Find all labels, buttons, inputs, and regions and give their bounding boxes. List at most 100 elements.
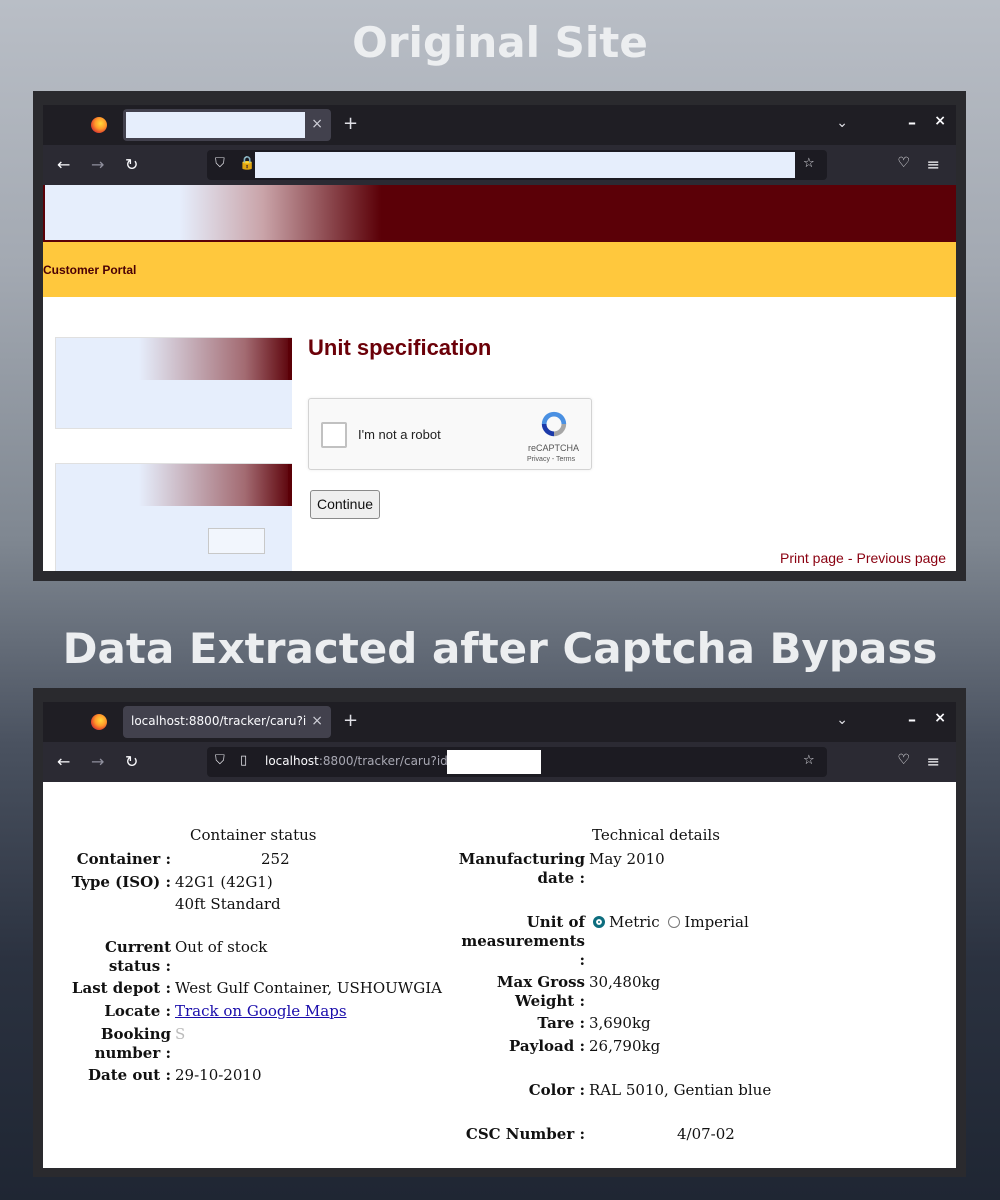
recaptcha-icon <box>541 411 567 437</box>
browser-tab[interactable]: × <box>123 109 331 141</box>
locate-value: Track on Google Maps <box>175 1002 347 1021</box>
nav-bar: ← → ↻ ⛉ ▯ localhost:8800/tracker/caru?id… <box>43 742 956 782</box>
captcha-links[interactable]: Privacy - Terms <box>527 456 575 463</box>
container-label: Container : <box>76 850 171 868</box>
container-value: 252 <box>175 850 290 869</box>
booking-number-value: S <box>175 1025 186 1043</box>
last-depot-value: West Gulf Container, USHOUWGIA <box>175 979 442 997</box>
url-text[interactable]: localhost:8800/tracker/caru?id= <box>265 754 458 768</box>
current-status-label: Current status : <box>104 938 171 975</box>
close-window-icon[interactable]: × <box>934 710 946 726</box>
tab-bar: localhost:8800/tracker/caru?id × + ⌄ – × <box>43 702 956 742</box>
captcha-checkbox[interactable] <box>321 422 347 448</box>
reload-icon[interactable]: ↻ <box>125 752 138 771</box>
redacted-url-id <box>447 750 541 774</box>
container-number-suffix: 252 <box>261 850 290 868</box>
close-tab-icon[interactable]: × <box>311 116 323 132</box>
pocket-icon[interactable]: ♡ <box>897 752 910 768</box>
date-out-label: Date out : <box>87 1066 171 1084</box>
metric-radio[interactable] <box>593 916 605 928</box>
type-value-1: 42G1 (42G1) <box>175 873 273 891</box>
tab-bar: × + ⌄ – × <box>43 105 956 145</box>
lock-icon[interactable]: 🔒 <box>239 156 255 171</box>
chevron-down-icon[interactable]: ⌄ <box>836 712 848 728</box>
page-icon: ▯ <box>240 753 248 768</box>
reload-icon[interactable]: ↻ <box>125 155 138 174</box>
date-out-value: 29-10-2010 <box>175 1066 262 1084</box>
url-bar[interactable]: ⛉ ▯ localhost:8800/tracker/caru?id= ☆ <box>207 747 827 777</box>
type-value-2: 40ft Standard <box>175 895 281 913</box>
sidebar-input[interactable] <box>208 528 265 554</box>
url-host: localhost <box>265 754 319 768</box>
unit-radio-group: Metric Imperial <box>593 913 749 932</box>
site-header <box>43 185 956 242</box>
current-status-value: Out of stock <box>175 938 268 956</box>
star-icon[interactable]: ☆ <box>803 156 815 171</box>
page-viewport-extracted: Container status Container : 252 Type (I… <box>43 782 956 1168</box>
shield-icon[interactable]: ⛉ <box>215 156 225 171</box>
tare-label: Tare : <box>537 1014 585 1032</box>
sidebar-accent <box>288 464 292 506</box>
redacted-url <box>255 152 795 178</box>
redacted-tab-title <box>126 112 305 138</box>
csc-number-value: 4/07-02 <box>589 1125 735 1144</box>
minimize-icon[interactable]: – <box>908 710 916 729</box>
browser-window-extracted: localhost:8800/tracker/caru?id × + ⌄ – ×… <box>33 688 966 1177</box>
sidebar-card-header <box>56 338 292 380</box>
footer-links: Print page - Previous page <box>780 550 946 566</box>
new-tab-icon[interactable]: + <box>343 710 358 731</box>
url-bar[interactable]: ⛉ 🔒 ☆ <box>207 150 827 180</box>
imperial-label: Imperial <box>684 913 749 931</box>
link-separator: - <box>847 550 853 566</box>
csc-number-suffix: 4/07-02 <box>677 1125 735 1143</box>
browser-window-original: × + ⌄ – × ← → ↻ ⛉ 🔒 ☆ ♡ ≡ Customer Porta… <box>33 91 966 581</box>
last-depot-label: Last depot : <box>71 979 171 997</box>
star-icon[interactable]: ☆ <box>803 753 815 768</box>
back-icon[interactable]: ← <box>57 155 70 174</box>
manufacturing-date-value: May 2010 <box>589 850 665 868</box>
payload-label: Payload : <box>509 1037 585 1055</box>
chevron-down-icon[interactable]: ⌄ <box>836 115 848 131</box>
back-icon[interactable]: ← <box>57 752 70 771</box>
top-heading: Original Site <box>352 18 648 67</box>
forward-icon[interactable]: → <box>91 752 104 771</box>
menu-icon[interactable]: ≡ <box>927 752 940 771</box>
payload-value: 26,790kg <box>589 1037 661 1055</box>
print-page-link[interactable]: Print page <box>780 550 844 566</box>
shield-icon[interactable]: ⛉ <box>215 753 225 768</box>
page-viewport-original: Customer Portal Unit specification I'm n… <box>43 185 956 571</box>
browser-tab[interactable]: localhost:8800/tracker/caru?id × <box>123 706 331 738</box>
max-gross-weight-label: Max Gross Weight : <box>496 973 585 1010</box>
imperial-radio[interactable] <box>668 916 681 928</box>
nav-bar: ← → ↻ ⛉ 🔒 ☆ ♡ ≡ <box>43 145 956 185</box>
continue-button[interactable]: Continue <box>310 490 381 519</box>
metric-label: Metric <box>609 913 660 931</box>
sidebar-card-1 <box>55 337 292 429</box>
container-status-title: Container status <box>190 826 317 844</box>
url-path: :8800/tracker/caru?id= <box>318 754 458 768</box>
captcha-label: I'm not a robot <box>358 427 441 442</box>
bottom-heading: Data Extracted after Captcha Bypass <box>62 624 938 673</box>
max-gross-weight-value: 30,480kg <box>589 973 661 991</box>
recaptcha-widget: I'm not a robot reCAPTCHA Privacy - Term… <box>308 398 592 470</box>
tare-value: 3,690kg <box>589 1014 651 1032</box>
close-tab-icon[interactable]: × <box>311 713 323 729</box>
minimize-icon[interactable]: – <box>908 113 916 132</box>
google-maps-link[interactable]: Track on Google Maps <box>175 1002 347 1020</box>
sidebar-card-header <box>56 464 292 506</box>
menu-icon[interactable]: ≡ <box>927 155 940 174</box>
customer-portal-link[interactable]: Customer Portal <box>43 263 136 277</box>
tab-title: localhost:8800/tracker/caru?id <box>131 714 306 728</box>
previous-page-link[interactable]: Previous page <box>856 550 946 566</box>
firefox-icon <box>91 714 107 730</box>
pocket-icon[interactable]: ♡ <box>897 155 910 171</box>
portal-bar: Customer Portal <box>43 242 956 297</box>
close-window-icon[interactable]: × <box>934 113 946 129</box>
booking-number-label: Booking number : <box>94 1025 171 1062</box>
sidebar-card-body <box>56 506 292 571</box>
firefox-icon <box>91 117 107 133</box>
forward-icon[interactable]: → <box>91 155 104 174</box>
technical-details-title: Technical details <box>592 826 720 844</box>
color-value: RAL 5010, Gentian blue <box>589 1081 772 1099</box>
new-tab-icon[interactable]: + <box>343 113 358 134</box>
